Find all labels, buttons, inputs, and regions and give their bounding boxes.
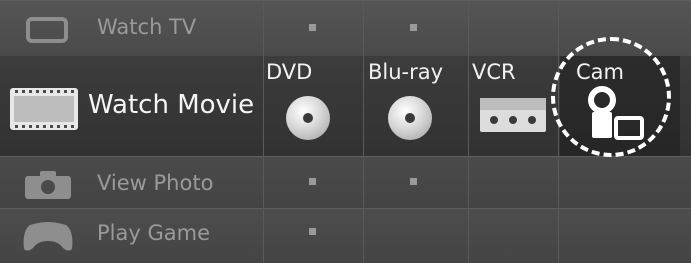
submenu-dot[interactable] xyxy=(309,178,316,185)
submenu-dot[interactable] xyxy=(410,178,417,185)
category-row-play-game[interactable]: Play Game xyxy=(0,208,691,263)
source-dvd[interactable]: DVD xyxy=(266,56,362,156)
source-label: DVD xyxy=(266,60,313,84)
tape-icon xyxy=(480,98,546,132)
source-bluray[interactable]: Blu-ray xyxy=(368,56,468,156)
xmb-menu: Watch TV Watch Movie View Photo Play Gam… xyxy=(0,0,691,263)
disc-icon xyxy=(388,96,432,140)
disc-icon xyxy=(286,96,330,140)
grid-divider xyxy=(468,0,469,263)
camera-icon xyxy=(25,171,71,199)
submenu-dot[interactable] xyxy=(309,228,316,235)
tv-icon xyxy=(26,17,68,43)
category-label: Watch TV xyxy=(97,15,197,39)
focus-ring xyxy=(551,37,671,157)
category-label-selected: Watch Movie xyxy=(88,90,255,120)
grid-divider xyxy=(363,0,364,263)
category-row-view-photo[interactable]: View Photo xyxy=(0,156,691,208)
grid-divider xyxy=(558,0,559,263)
source-vcr[interactable]: VCR xyxy=(472,56,556,156)
film-icon xyxy=(10,88,78,130)
gamepad-icon xyxy=(23,222,73,251)
category-label: Play Game xyxy=(97,221,210,245)
source-label: Blu-ray xyxy=(368,60,444,84)
submenu-dot[interactable] xyxy=(309,24,316,31)
grid-divider xyxy=(263,0,264,263)
submenu-dot[interactable] xyxy=(410,24,417,31)
source-label: VCR xyxy=(472,60,516,84)
category-label: View Photo xyxy=(97,171,214,195)
